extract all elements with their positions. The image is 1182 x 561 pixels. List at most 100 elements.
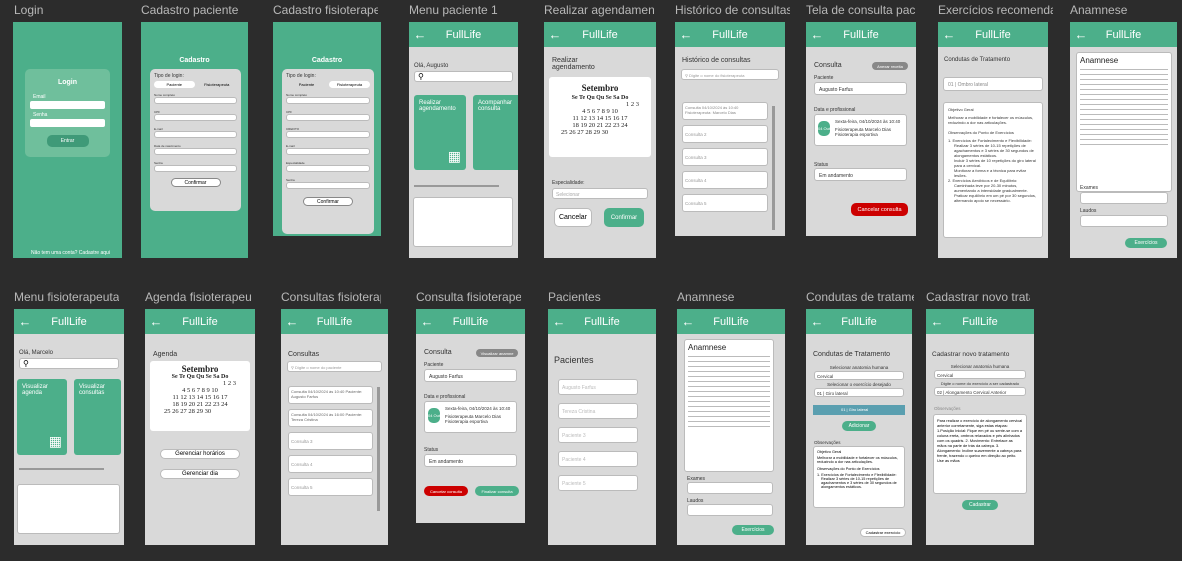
search-input[interactable]: ⚲ bbox=[19, 358, 119, 369]
calendar[interactable]: Setembro Se Te Qu Qu Se Sa Do 1 2 3 4 5 … bbox=[150, 361, 250, 431]
tipo-paciente-toggle[interactable]: Paciente bbox=[286, 81, 327, 88]
confirm-button[interactable]: Confirmar bbox=[170, 178, 221, 187]
scrollbar[interactable] bbox=[772, 106, 775, 230]
exercicios-button[interactable]: Exercícios bbox=[1125, 238, 1167, 248]
search-input[interactable]: ⚲ Digite o nome do fisioterapeuta bbox=[681, 69, 779, 80]
password-field[interactable] bbox=[154, 165, 237, 172]
consulta-item[interactable]: Consulta 3 bbox=[288, 432, 373, 450]
back-arrow-icon[interactable]: ← bbox=[281, 314, 303, 329]
data-card: 04 Out Sexta-feira, 04/10/2024 às 10:40 … bbox=[814, 114, 907, 146]
back-arrow-icon[interactable]: ← bbox=[416, 314, 438, 329]
exercicios-button[interactable]: Exercícios bbox=[732, 525, 774, 535]
back-arrow-icon[interactable]: ← bbox=[14, 314, 36, 329]
consulta-item[interactable]: Consulta 04/10/2024 às 10:40 Fisioterape… bbox=[682, 102, 768, 120]
confirm-button[interactable]: Confirmar bbox=[604, 208, 644, 227]
search-input[interactable]: ⚲ Digite o nome do paciente bbox=[287, 361, 382, 372]
back-arrow-icon[interactable]: ← bbox=[544, 27, 566, 42]
consulta-item[interactable]: Consulta 4 bbox=[288, 455, 373, 473]
cpf-field[interactable] bbox=[154, 114, 237, 121]
scrollbar[interactable] bbox=[377, 387, 380, 511]
status-label: Status bbox=[424, 447, 439, 453]
gerenciar-horarios-button[interactable]: Gerenciar horários bbox=[160, 449, 240, 459]
consulta-item[interactable]: Consulta 3 bbox=[682, 148, 768, 166]
laudos-label: Laudos bbox=[1080, 208, 1097, 214]
back-arrow-icon[interactable]: ← bbox=[806, 27, 828, 42]
paciente-item[interactable]: Augusto Farfus bbox=[558, 379, 638, 395]
consulta-item[interactable]: Consulta 04/10/2024 às 10:40 Paciente: A… bbox=[288, 386, 373, 404]
adicionar-button[interactable]: Adicionar bbox=[842, 421, 876, 431]
email-field[interactable] bbox=[286, 148, 370, 155]
back-arrow-icon[interactable]: ← bbox=[409, 27, 431, 42]
exercicio-row[interactable]: 01 | Giro lateral bbox=[813, 405, 905, 415]
password-field[interactable] bbox=[286, 182, 370, 189]
cpf-field[interactable] bbox=[286, 114, 370, 121]
obs-box[interactable]: Para realizar o exercício de alongamento… bbox=[933, 414, 1027, 494]
calendar[interactable]: Setembro Se Te Qu Qu Se Sa Do 1 2 3 4 5 … bbox=[549, 77, 651, 157]
login-button[interactable]: Entrar bbox=[46, 135, 89, 147]
tipo-fisio-toggle[interactable]: Fisioterapeuta bbox=[197, 81, 238, 88]
login-frame: Login Email Senha Entrar Não tem uma con… bbox=[13, 22, 122, 258]
consulta-item[interactable]: Consulta 2 bbox=[682, 125, 768, 143]
crefito-field[interactable] bbox=[286, 131, 370, 138]
paciente-item[interactable]: Paciente 5 bbox=[558, 475, 638, 491]
back-arrow-icon[interactable]: ← bbox=[145, 314, 167, 329]
calendar-week: 11 12 13 14 15 16 17 bbox=[572, 115, 628, 122]
exames-select[interactable] bbox=[1080, 192, 1168, 204]
back-arrow-icon[interactable]: ← bbox=[1070, 27, 1092, 42]
laudos-select[interactable] bbox=[687, 504, 773, 516]
finalizar-consulta-button[interactable]: Finalizar consulta bbox=[475, 486, 519, 496]
password-field[interactable] bbox=[30, 119, 105, 127]
email-field[interactable] bbox=[154, 131, 237, 138]
exames-select[interactable] bbox=[687, 482, 773, 494]
date-field[interactable] bbox=[154, 148, 237, 155]
paciente-item[interactable]: Paciente 4 bbox=[558, 451, 638, 467]
login-card: Login Email Senha Entrar bbox=[25, 69, 110, 157]
agendar-card[interactable]: Realizar agendamento ▦ bbox=[414, 95, 466, 170]
cadastrar-button[interactable]: Cadastrar bbox=[962, 500, 998, 510]
paciente-item[interactable]: Tereza Cristina bbox=[558, 403, 638, 419]
especialidade-field[interactable] bbox=[286, 165, 370, 172]
exercicio-select[interactable]: 01 | Giro lateral bbox=[814, 388, 904, 397]
email-field[interactable] bbox=[30, 101, 105, 109]
back-arrow-icon[interactable]: ← bbox=[548, 314, 570, 329]
acompanhar-card[interactable]: Acompanhar consulta bbox=[473, 95, 518, 170]
scrollbar[interactable] bbox=[19, 468, 104, 470]
gerenciar-dia-button[interactable]: Gerenciar dia bbox=[160, 469, 240, 479]
laudos-select[interactable] bbox=[1080, 215, 1168, 227]
back-arrow-icon[interactable]: ← bbox=[926, 314, 948, 329]
cancel-consulta-button[interactable]: Cancelar consulta bbox=[424, 486, 468, 496]
pacientes-frame: ← FullLife Pacientes Augusto Farfus Terez… bbox=[548, 309, 656, 545]
agenda-card[interactable]: Visualizar agenda ▦ bbox=[17, 379, 67, 455]
cadastrar-exercicio-button[interactable]: Cadastrar exercício bbox=[860, 528, 906, 537]
paciente-item[interactable]: Paciente 3 bbox=[558, 427, 638, 443]
anexar-button[interactable]: Anexar receita bbox=[872, 62, 908, 70]
scrollbar[interactable] bbox=[414, 185, 499, 187]
tipo-fisio-toggle[interactable]: Fisioterapeuta bbox=[329, 81, 370, 88]
visualizar-anamnese-button[interactable]: Visualizar anamne bbox=[476, 349, 518, 357]
confirm-button[interactable]: Confirmar bbox=[303, 197, 353, 206]
back-arrow-icon[interactable]: ← bbox=[675, 27, 697, 42]
consultas-card[interactable]: Visualizar consultas bbox=[74, 379, 121, 455]
obs-box[interactable]: Objetivo Geral Melhorar a mobilidade e f… bbox=[813, 446, 905, 508]
cancel-button[interactable]: Cancelar bbox=[554, 208, 592, 227]
nome-field[interactable] bbox=[286, 97, 370, 104]
back-arrow-icon[interactable]: ← bbox=[677, 314, 699, 329]
anatomia-select[interactable]: Cervical bbox=[814, 371, 904, 380]
especialidade-select[interactable]: Selecionar bbox=[552, 188, 648, 199]
paciente-field: Augusto Farfus bbox=[424, 369, 517, 382]
consulta-item[interactable]: Consulta 4 bbox=[682, 171, 768, 189]
exercicio-select[interactable]: 01 | Ombro lateral bbox=[943, 77, 1043, 91]
consulta-item[interactable]: Consulta 5 bbox=[682, 194, 768, 212]
cancel-consulta-button[interactable]: Cancelar consulta bbox=[851, 203, 908, 216]
calendar-month: Setembro bbox=[581, 83, 619, 93]
tipo-paciente-toggle[interactable]: Paciente bbox=[154, 81, 195, 88]
back-arrow-icon[interactable]: ← bbox=[806, 314, 828, 329]
exercicio-input[interactable]: 02 | Alongamento Cervical Anterior bbox=[934, 387, 1026, 396]
signup-link[interactable]: Não tem uma conta? Cadastre aqui bbox=[31, 250, 110, 256]
consulta-item[interactable]: Consulta 04/10/2024 às 16:00 Paciente: T… bbox=[288, 409, 373, 427]
consulta-item[interactable]: Consulta 5 bbox=[288, 478, 373, 496]
search-input[interactable]: ⚲ bbox=[414, 71, 513, 82]
nome-field[interactable] bbox=[154, 97, 237, 104]
back-arrow-icon[interactable]: ← bbox=[938, 27, 960, 42]
anatomia-select[interactable]: Cervical bbox=[934, 370, 1026, 379]
